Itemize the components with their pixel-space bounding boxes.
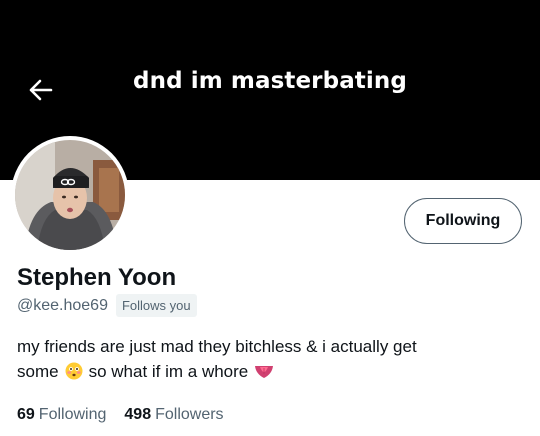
profile-bio: my friends are just mad they bitchless &…	[17, 334, 517, 387]
following-count-link[interactable]: 69 Following	[17, 406, 106, 424]
followers-count-link[interactable]: 498 Followers	[124, 406, 223, 424]
bio-text-whore: so what if im a whore	[88, 362, 249, 381]
profile-display-name: Stephen Yoon	[17, 264, 177, 291]
following-button[interactable]: Following	[404, 198, 522, 244]
handle-row: @kee.hoe69 Follows you	[17, 294, 197, 317]
avatar[interactable]	[11, 136, 129, 254]
following-count: 69	[17, 406, 35, 423]
following-label: Following	[38, 406, 107, 423]
tongue-emoji-icon	[254, 362, 274, 387]
profile-stats: 69 Following 498 Followers	[17, 406, 242, 424]
profile-page: dnd im masterbating Following Stephen Yo…	[0, 0, 540, 436]
flushed-face-emoji-icon	[65, 362, 83, 387]
avatar-photo	[15, 140, 125, 250]
follows-you-badge: Follows you	[115, 294, 197, 317]
bio-line-1: my friends are just mad they bitchless &…	[17, 337, 417, 356]
followers-count: 498	[124, 406, 152, 423]
followers-label: Followers	[155, 406, 224, 423]
banner-title: dnd im masterbating	[133, 68, 407, 94]
profile-handle: @kee.hoe69	[17, 296, 108, 314]
bio-line-2: some so what if im a whore	[17, 359, 517, 387]
bio-text-some: some	[17, 362, 59, 381]
